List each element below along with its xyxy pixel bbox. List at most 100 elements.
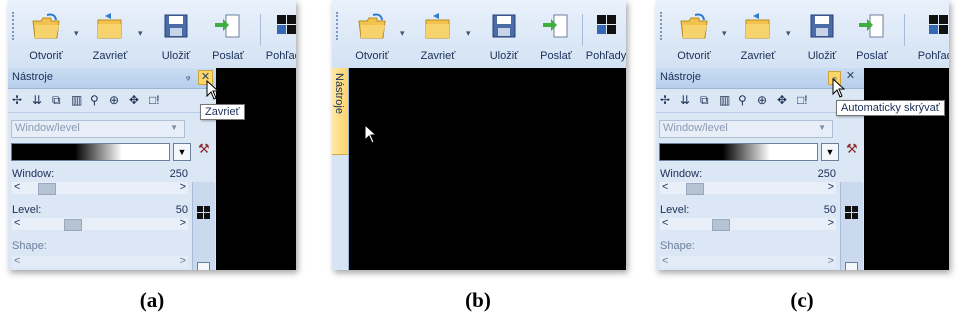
image-viewport[interactable] (864, 68, 949, 270)
views-button[interactable]: Pohľady (258, 6, 296, 64)
level-slider[interactable]: < > (660, 217, 836, 231)
close-file-button[interactable]: Zavrieť (410, 6, 466, 64)
close-dropdown-arrow-icon[interactable]: ▾ (466, 28, 471, 39)
toolbar-grip[interactable] (12, 12, 16, 40)
save-button[interactable]: Uložiť (794, 6, 850, 64)
save-button[interactable]: Uložiť (476, 6, 532, 64)
open-button[interactable]: Otvoriť (666, 6, 722, 64)
window-slider[interactable]: < > (660, 181, 836, 195)
window-slider[interactable]: < > (12, 181, 188, 195)
lut-gradient-select[interactable] (659, 143, 818, 161)
open-dropdown-arrow-icon[interactable]: ▾ (74, 28, 79, 39)
level-slider[interactable]: < > (12, 217, 188, 231)
layout-grid-icon[interactable] (845, 206, 858, 219)
shape-label: Shape: (660, 240, 695, 252)
send-button[interactable]: Poslať (528, 6, 584, 64)
save-button[interactable]: Uložiť (148, 6, 204, 64)
move-icon[interactable]: ⇊ (32, 93, 42, 107)
pan-icon[interactable]: ✥ (777, 93, 787, 107)
pan-icon[interactable]: ✥ (129, 93, 139, 107)
save-disk-icon (492, 14, 516, 38)
close-dropdown-arrow-icon[interactable]: ▾ (786, 28, 791, 39)
slider-right-arrow[interactable]: > (828, 181, 834, 193)
shape-slider[interactable]: < > (660, 255, 836, 268)
move-icon[interactable]: ⇊ (680, 93, 690, 107)
wrench-icon[interactable]: ⚒ (846, 141, 858, 157)
views-button[interactable]: Pohľady (910, 6, 949, 64)
slider-right-arrow[interactable]: > (180, 255, 186, 267)
mode-select[interactable]: Window/level ▼ (659, 120, 833, 138)
more-icon[interactable]: □! (149, 93, 160, 107)
zoom-area-icon[interactable]: ⊕ (109, 93, 119, 107)
layout-grid-icon[interactable] (197, 206, 210, 219)
tools-panel-title: Nástroje (660, 71, 701, 83)
main-toolbar: Otvoriť ▾ Zavrieť ▾ Uložiť Poslať Pohľad… (656, 0, 949, 69)
close-folder-icon (97, 13, 122, 39)
slider-left-arrow[interactable]: < (14, 181, 20, 193)
lut-gradient-select[interactable] (11, 143, 170, 161)
open-button[interactable]: Otvoriť (18, 6, 74, 64)
cross-pointer-icon[interactable]: ✢ (12, 93, 22, 107)
resize-corner-icon[interactable] (197, 262, 210, 270)
mode-select[interactable]: Window/level ▼ (11, 120, 185, 138)
zoom-area-icon[interactable]: ⊕ (757, 93, 767, 107)
slider-left-arrow[interactable]: < (14, 255, 20, 267)
tools-panel: Nástroje ᵩ ✕ ✢ ⇊ ⧉ ▥ ⚲ ⊕ ✥ □! Window/lev… (8, 68, 217, 270)
close-folder-icon (425, 13, 450, 39)
wrench-icon[interactable]: ⚒ (198, 141, 210, 157)
zoom-icon[interactable]: ⚲ (738, 93, 747, 107)
slider-left-arrow[interactable]: < (662, 255, 668, 267)
toolbar-grip[interactable] (336, 12, 340, 40)
slider-left-arrow[interactable]: < (662, 217, 668, 229)
columns-icon[interactable]: ▥ (719, 93, 730, 107)
views-grid-icon (597, 15, 616, 34)
send-button[interactable]: Poslať (200, 6, 256, 64)
open-label: Otvoriť (29, 50, 63, 62)
slider-left-arrow[interactable]: < (14, 217, 20, 229)
open-folder-icon (680, 13, 708, 39)
close-file-button[interactable]: Zavrieť (82, 6, 138, 64)
window-label: Window: (660, 168, 703, 180)
more-icon[interactable]: □! (797, 93, 808, 107)
send-button[interactable]: Poslať (844, 6, 900, 64)
open-button[interactable]: Otvoriť (344, 6, 400, 64)
columns-icon[interactable]: ▥ (71, 93, 82, 107)
slider-thumb[interactable] (38, 183, 56, 195)
split-icon[interactable]: ⧉ (700, 93, 709, 108)
slider-right-arrow[interactable]: > (828, 255, 834, 267)
open-dropdown-arrow-icon[interactable]: ▾ (400, 28, 405, 39)
shape-slider[interactable]: < > (12, 255, 188, 268)
close-dropdown-arrow-icon[interactable]: ▾ (138, 28, 143, 39)
tools-icon-row: ✢ ⇊ ⧉ ▥ ⚲ ⊕ ✥ □! (8, 90, 216, 113)
slider-right-arrow[interactable]: > (180, 181, 186, 193)
views-label: Pohľady (917, 50, 949, 62)
tools-panel-title: Nástroje (12, 71, 53, 83)
chevron-down-icon[interactable]: ▼ (173, 143, 191, 161)
slider-right-arrow[interactable]: > (180, 217, 186, 229)
close-file-button[interactable]: Zavrieť (730, 6, 786, 64)
send-icon (215, 14, 240, 38)
zoom-icon[interactable]: ⚲ (90, 93, 99, 107)
slider-thumb[interactable] (64, 219, 82, 231)
resize-corner-icon[interactable] (845, 262, 858, 270)
slider-thumb[interactable] (712, 219, 730, 231)
image-viewport[interactable] (216, 68, 296, 270)
tools-panel: Nástroje ᵩ ✕ ✢ ⇊ ⧉ ▥ ⚲ ⊕ ✥ □! Window/lev… (656, 68, 865, 270)
image-viewport[interactable] (349, 68, 626, 270)
slider-left-arrow[interactable]: < (662, 181, 668, 193)
main-toolbar: Otvoriť ▾ Zavrieť ▾ Uložiť Poslať Pohľad… (332, 0, 626, 69)
slider-thumb[interactable] (686, 183, 704, 195)
save-disk-icon (810, 14, 834, 38)
caption-c: (c) (790, 288, 814, 312)
cross-pointer-icon[interactable]: ✢ (660, 93, 670, 107)
split-icon[interactable]: ⧉ (52, 93, 61, 108)
pin-icon[interactable]: ᵩ (186, 71, 190, 82)
mouse-pointer-icon (364, 124, 378, 144)
open-dropdown-arrow-icon[interactable]: ▾ (722, 28, 727, 39)
toolbar-grip[interactable] (660, 12, 664, 40)
mouse-pointer-icon (206, 80, 220, 100)
slider-right-arrow[interactable]: > (828, 217, 834, 229)
chevron-down-icon[interactable]: ▼ (821, 143, 839, 161)
views-button[interactable]: Pohľady (578, 6, 626, 64)
collapsed-tools-tab[interactable]: Nástroje (332, 68, 349, 270)
